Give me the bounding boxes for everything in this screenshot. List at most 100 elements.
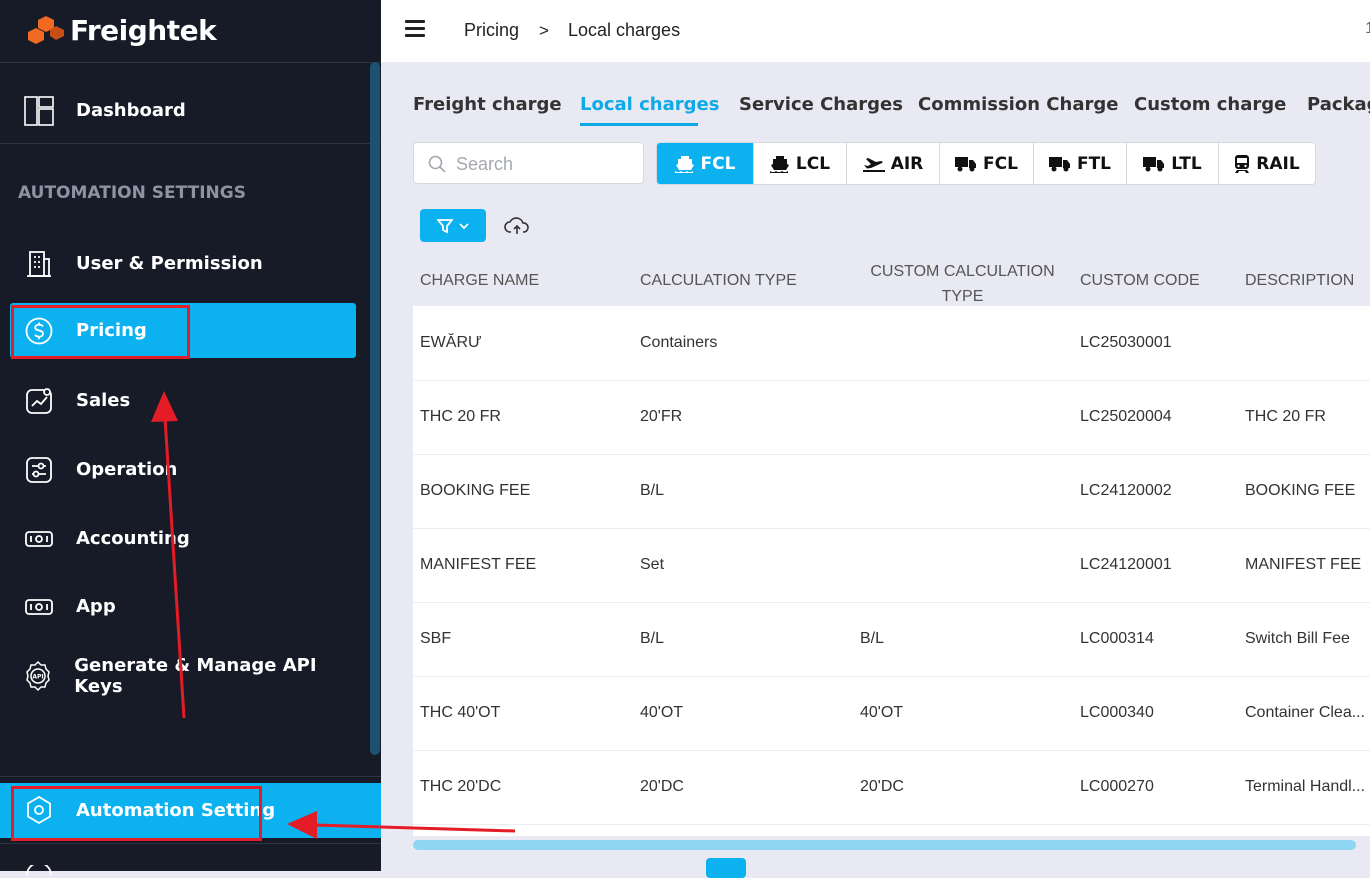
top-right-text: 1 <box>1365 20 1370 37</box>
cell-charge-name: MANIFEST FEE <box>420 556 537 573</box>
active-tab-indicator <box>580 123 698 126</box>
sidebar-item-label: User & Permission <box>76 253 263 274</box>
table-row[interactable]: EWĂRƯ Containers LC25030001 <box>413 306 1370 381</box>
ship-icon <box>674 155 694 173</box>
column-header[interactable]: DESCRIPTION <box>1245 272 1354 290</box>
cell-calculation-type: Set <box>640 556 665 573</box>
breadcrumb-local-charges: Local charges <box>568 20 681 40</box>
sidebar-item-accounting[interactable]: Accounting <box>10 511 356 566</box>
tab-local-charges[interactable]: Local charges <box>580 94 719 115</box>
table-row[interactable]: MANIFEST FEE Set LC24120001 MANIFEST FEE <box>413 528 1370 603</box>
tab-packages[interactable]: Packages <box>1307 94 1370 115</box>
cell-charge-name: THC 20'DC <box>420 778 502 795</box>
api-gear-icon: API <box>22 659 54 693</box>
sidebar-item-label: Operation <box>76 459 178 480</box>
table-row[interactable]: THC 20'DC 20'DC 20'DC LC000270 Terminal … <box>413 750 1370 825</box>
hamburger-menu-icon[interactable] <box>405 20 425 38</box>
cell-description: MANIFEST FEE <box>1245 556 1362 573</box>
mode-label: FCL <box>983 153 1018 174</box>
tab-freight-charge[interactable]: Freight charge <box>413 94 562 115</box>
mode-rail[interactable]: RAIL <box>1219 143 1315 184</box>
sidebar-item-label: App <box>76 596 116 617</box>
mode-label: LCL <box>795 153 831 174</box>
building-icon <box>22 247 56 281</box>
cell-calculation-type: 40'OT <box>640 704 684 721</box>
table-row[interactable]: BOOKING FEE B/L LC24120002 BOOKING FEE <box>413 454 1370 529</box>
search-box[interactable] <box>413 142 644 184</box>
sliders-icon <box>22 453 56 487</box>
mode-ltl[interactable]: LTL <box>1127 143 1219 184</box>
column-header[interactable]: CUSTOM CALCULATION TYPE <box>860 259 1065 309</box>
cell-custom-code: LC000340 <box>1080 704 1154 721</box>
mode-label: FTL <box>1076 153 1112 174</box>
section-title: AUTOMATION SETTINGS <box>18 183 246 203</box>
truck-icon <box>1048 156 1070 171</box>
tab-service-charges[interactable]: Service Charges <box>739 94 903 115</box>
cell-charge-name: EWĂRƯ <box>420 334 482 351</box>
pagination-button[interactable] <box>706 858 746 878</box>
cell-custom-code: LC24120001 <box>1080 556 1172 573</box>
mode-fcl-truck[interactable]: FCL <box>940 143 1034 184</box>
sidebar-item-partial[interactable] <box>0 843 381 875</box>
sidebar-item-label: Accounting <box>76 528 190 549</box>
mode-ftl[interactable]: FTL <box>1034 143 1127 184</box>
cell-custom-calculation-type: B/L <box>860 630 885 647</box>
cell-calculation-type: Containers <box>640 334 718 351</box>
column-header[interactable]: CHARGE NAME <box>420 272 539 290</box>
cloud-upload-icon[interactable] <box>504 214 530 238</box>
sidebar: Freightek Dashboard AUTOMATION SETTINGS … <box>0 0 381 875</box>
table-row[interactable]: THC 40'OT 40'OT 40'OT LC000340 Container… <box>413 676 1370 751</box>
mode-air[interactable]: AIR <box>847 143 940 184</box>
divider <box>0 776 381 777</box>
logo-row: Freightek <box>0 0 381 63</box>
table-body: EWĂRƯ Containers LC25030001 THC 20 FR 20… <box>413 306 1370 836</box>
tab-custom-charge[interactable]: Custom charge <box>1134 94 1286 115</box>
svg-text:API: API <box>32 673 43 680</box>
annotation-box-pricing <box>11 305 190 359</box>
table-row[interactable]: THC 20 FR 20'FR LC25020004 THC 20 FR <box>413 380 1370 455</box>
sidebar-item-user-permission[interactable]: User & Permission <box>10 236 356 291</box>
cell-custom-calculation-type: 20'DC <box>860 778 904 795</box>
charge-tabs: Freight charge Local charges Service Cha… <box>413 92 1370 126</box>
cell-calculation-type: B/L <box>640 482 665 499</box>
column-header[interactable]: CUSTOM CODE <box>1080 272 1200 290</box>
column-header[interactable]: CALCULATION TYPE <box>640 272 797 290</box>
app-name: Freightek <box>70 14 217 47</box>
sidebar-item-api-keys[interactable]: API Generate & Manage API Keys <box>10 648 356 703</box>
sidebar-item-label: Generate & Manage API Keys <box>74 654 317 697</box>
money-icon <box>22 590 56 624</box>
sidebar-item-sales[interactable]: Sales <box>10 373 356 428</box>
mode-fcl-sea[interactable]: FCL <box>657 143 754 184</box>
cell-charge-name: THC 40'OT <box>420 704 501 721</box>
filter-icon <box>437 218 453 233</box>
sidebar-item-operation[interactable]: Operation <box>10 442 356 497</box>
mode-label: FCL <box>700 153 736 174</box>
mode-lcl-sea[interactable]: LCL <box>754 143 847 184</box>
circle-icon <box>26 865 52 875</box>
sidebar-item-dashboard[interactable]: Dashboard <box>10 83 356 138</box>
cell-charge-name: THC 20 FR <box>420 408 501 425</box>
sidebar-item-app[interactable]: App <box>10 579 356 634</box>
tab-commission-charge[interactable]: Commission Charge <box>918 94 1118 115</box>
cell-custom-code: LC000314 <box>1080 630 1154 647</box>
cell-custom-code: LC25020004 <box>1080 408 1172 425</box>
chevron-down-icon <box>459 222 469 229</box>
breadcrumb-pricing[interactable]: Pricing <box>464 20 519 41</box>
cell-charge-name: BOOKING FEE <box>420 482 531 499</box>
filter-button[interactable] <box>420 209 486 242</box>
mode-label: AIR <box>890 153 924 174</box>
search-input[interactable] <box>454 151 638 177</box>
cell-description: Container Clea... <box>1245 704 1366 721</box>
cell-description: Terminal Handl... <box>1245 778 1366 795</box>
sidebar-scrollbar[interactable] <box>370 62 380 755</box>
table-horizontal-scrollbar[interactable] <box>413 840 1356 850</box>
freightek-logo-icon <box>28 16 64 44</box>
sidebar-item-label: Dashboard <box>76 100 186 121</box>
dashboard-icon <box>22 94 56 128</box>
table-header: CHARGE NAME CALCULATION TYPE CUSTOM CALC… <box>413 255 1370 305</box>
cell-calculation-type: 20'FR <box>640 408 683 425</box>
cell-custom-code: LC24120002 <box>1080 482 1172 499</box>
mode-label: LTL <box>1171 153 1202 174</box>
table-row[interactable]: SBF B/L B/L LC000314 Switch Bill Fee <box>413 602 1370 677</box>
truck-icon <box>955 156 977 171</box>
